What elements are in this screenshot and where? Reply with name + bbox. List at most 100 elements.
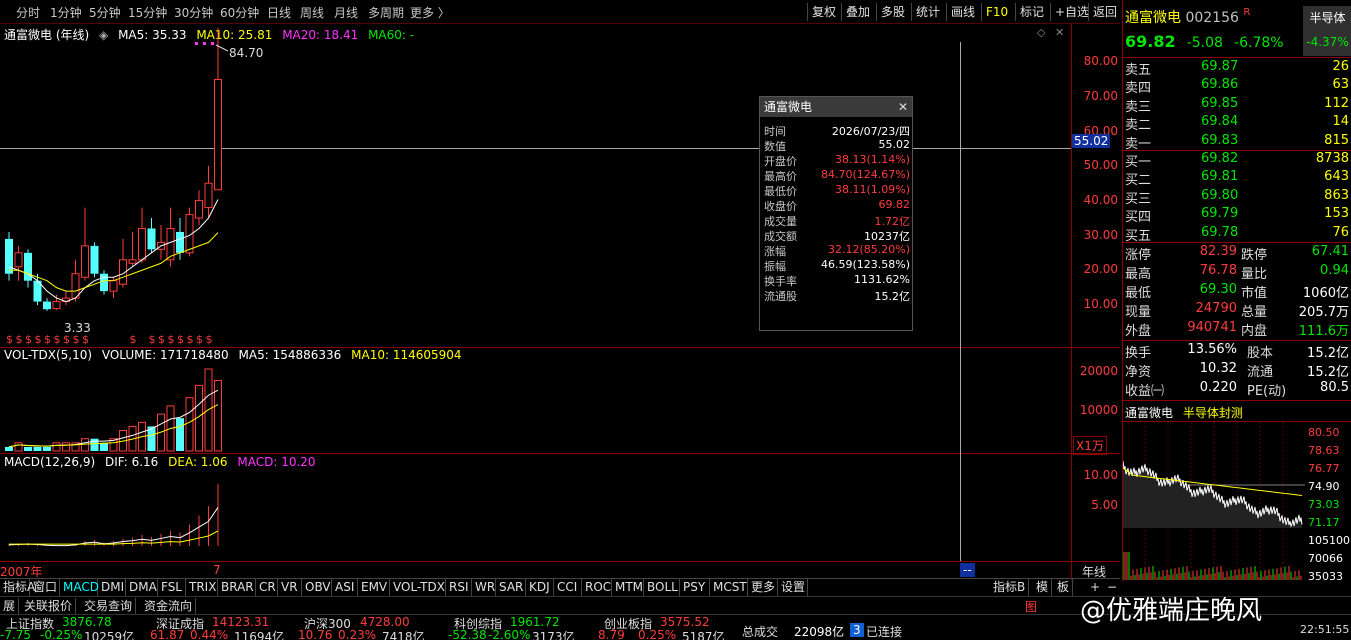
indicator-tab-right[interactable]: 指标B <box>990 579 1030 597</box>
stat-key: 股本 <box>1247 346 1274 361</box>
candle-body <box>204 182 213 209</box>
indicator-tab-vol-tdx[interactable]: VOL-TDX <box>390 579 446 597</box>
intraday-chart[interactable]: 80.50 78.63 76.77 74.90 73.03 71.17 105100 7006… <box>1123 422 1351 582</box>
indicator-tab-窗口[interactable]: 窗口 <box>30 579 60 597</box>
chart-type-tab[interactable]: 图 <box>1025 598 1037 615</box>
nav-tab[interactable]: 关联报价 <box>21 598 77 614</box>
indicator-tab-right[interactable]: 板 <box>1054 579 1074 597</box>
indicator-tab-sar[interactable]: SAR <box>496 579 526 597</box>
back-button[interactable]: 返回 <box>1088 3 1121 21</box>
popup-row: 成交量 1.72亿 <box>760 213 912 228</box>
index-change: 8.79 <box>598 628 625 640</box>
stat-value: 111.6万 <box>1298 324 1349 339</box>
indicator-tab-cr[interactable]: CR <box>256 579 278 597</box>
volume-bar <box>43 446 51 451</box>
indicator-tab-设置[interactable]: 设置 <box>778 579 808 597</box>
price-axis-divider <box>1071 24 1072 580</box>
popup-row: 换手率 1131.62% <box>760 273 912 288</box>
intraday-tag[interactable]: 半导体封测 <box>1183 406 1243 420</box>
asks-price[interactable]: 69.85 <box>1201 96 1238 111</box>
popup-close-icon[interactable]: ✕ <box>898 97 908 117</box>
stat-value: 80.5 <box>1320 380 1349 395</box>
dividend-marker: $ <box>149 333 156 346</box>
stat-value: 15.2亿 <box>1307 346 1349 361</box>
candle-body <box>128 259 137 264</box>
indicator-tab-vr[interactable]: VR <box>278 579 302 597</box>
bids-price[interactable]: 69.80 <box>1201 188 1238 203</box>
asks-price[interactable]: 69.84 <box>1201 114 1238 129</box>
dividend-marker: $ <box>206 333 213 346</box>
indicator-tab-kdj[interactable]: KDJ <box>526 579 554 597</box>
popup-row-value: 69.82 <box>878 198 911 211</box>
popup-row-key: 时间 <box>764 125 786 138</box>
popup-row-value: 55.02 <box>878 138 911 151</box>
macd-tick: 10.00 <box>1083 468 1118 482</box>
volume-title: VOL-TDX(5,10) <box>4 348 93 362</box>
indicator-tab-mtm[interactable]: MTM <box>612 579 644 597</box>
indicator-tab-dmi[interactable]: DMI <box>98 579 126 597</box>
asks-price[interactable]: 69.83 <box>1201 133 1238 148</box>
intraday-axis-label: 105100 <box>1308 534 1350 547</box>
bids-price[interactable]: 69.79 <box>1201 206 1238 221</box>
stat-value: 69.30 <box>1199 282 1237 297</box>
indicator-tab-macd[interactable]: MACD <box>60 579 99 597</box>
index-change-pct: -0.25% <box>40 628 83 640</box>
indicator-tab-right[interactable]: 模 <box>1033 579 1053 597</box>
nav-tab[interactable]: 资金流向 <box>141 598 197 614</box>
price-tick: 10.00 <box>1083 297 1118 311</box>
bids-volume: 76 <box>1332 224 1349 240</box>
sector-box[interactable]: 半导体 -4.37% <box>1303 6 1351 56</box>
indicator-tab-psy[interactable]: PSY <box>680 579 710 597</box>
nav-tab[interactable]: 交易查询 <box>81 598 137 614</box>
indicator-tab-更多[interactable]: 更多 <box>748 579 778 597</box>
popup-row-value: 84.70(124.67%) <box>820 168 910 181</box>
intraday-axis-label: 78.63 <box>1308 444 1340 457</box>
index-value: 3575.52 <box>660 615 710 629</box>
index-value: 1961.72 <box>510 615 560 629</box>
bids-price[interactable]: 69.78 <box>1201 225 1238 240</box>
candle-body <box>71 273 80 299</box>
popup-row-value: 38.13(1.14%) <box>834 153 910 166</box>
volume-bar <box>100 442 108 451</box>
indicator-tab-obv[interactable]: OBV <box>302 579 332 597</box>
indicator-tab-trix[interactable]: TRIX <box>186 579 218 597</box>
popup-row: 时间 2026/07/23/四 <box>760 123 912 138</box>
price-tick: 50.00 <box>1083 158 1118 172</box>
popup-row: 最低价 38.11(1.09%) <box>760 183 912 198</box>
indicator-tab-mcst[interactable]: MCST <box>710 579 748 597</box>
popup-row-value: 32.12(85.20%) <box>827 243 910 256</box>
bids-price[interactable]: 69.81 <box>1201 169 1238 184</box>
candle-body <box>176 231 184 253</box>
indicator-tab-asi[interactable]: ASI <box>332 579 358 597</box>
intraday-axis-label: 73.03 <box>1308 498 1340 511</box>
indicator-tab-rsi[interactable]: RSI <box>446 579 472 597</box>
asks-label: 卖二 <box>1125 118 1152 134</box>
indicator-tab-roc[interactable]: ROC <box>582 579 612 597</box>
indicator-tab-wr[interactable]: WR <box>472 579 496 597</box>
popup-row-key: 流通股 <box>764 290 797 303</box>
indicator-tab-fsl[interactable]: FSL <box>158 579 186 597</box>
indicator-tab-指标a[interactable]: 指标A <box>0 579 35 597</box>
macd-legend: MACD(12,26,9) DIF: 6.16 DEA: 1.06 MACD: … <box>4 455 322 469</box>
bids-price[interactable]: 69.82 <box>1201 151 1238 166</box>
candle-body <box>52 301 61 310</box>
candle-body <box>90 245 99 274</box>
stat-key: 量比 <box>1241 267 1268 282</box>
indicator-tab-brar[interactable]: BRAR <box>218 579 256 597</box>
indicator-tab-dma[interactable]: DMA <box>126 579 158 597</box>
bids-label: 买三 <box>1125 191 1152 207</box>
popup-row-value: 38.11(1.09%) <box>834 183 910 196</box>
xaxis-scroll-label[interactable]: -- <box>960 563 975 577</box>
connection-count-badge[interactable]: 3 <box>850 623 864 637</box>
asks-price[interactable]: 69.86 <box>1201 77 1238 92</box>
bids-volume: 643 <box>1324 169 1349 185</box>
candle-body <box>81 245 89 278</box>
indicator-tab-emv[interactable]: EMV <box>358 579 390 597</box>
sector-change: -4.37% <box>1306 35 1349 49</box>
nav-tab[interactable]: 展 <box>0 598 20 614</box>
indicator-tab-boll[interactable]: BOLL <box>644 579 680 597</box>
dividend-marker: $ <box>54 333 61 346</box>
indicator-tab-cci[interactable]: CCI <box>554 579 582 597</box>
asks-price[interactable]: 69.87 <box>1201 59 1238 74</box>
stat-key: 收益㈠ <box>1125 384 1165 399</box>
